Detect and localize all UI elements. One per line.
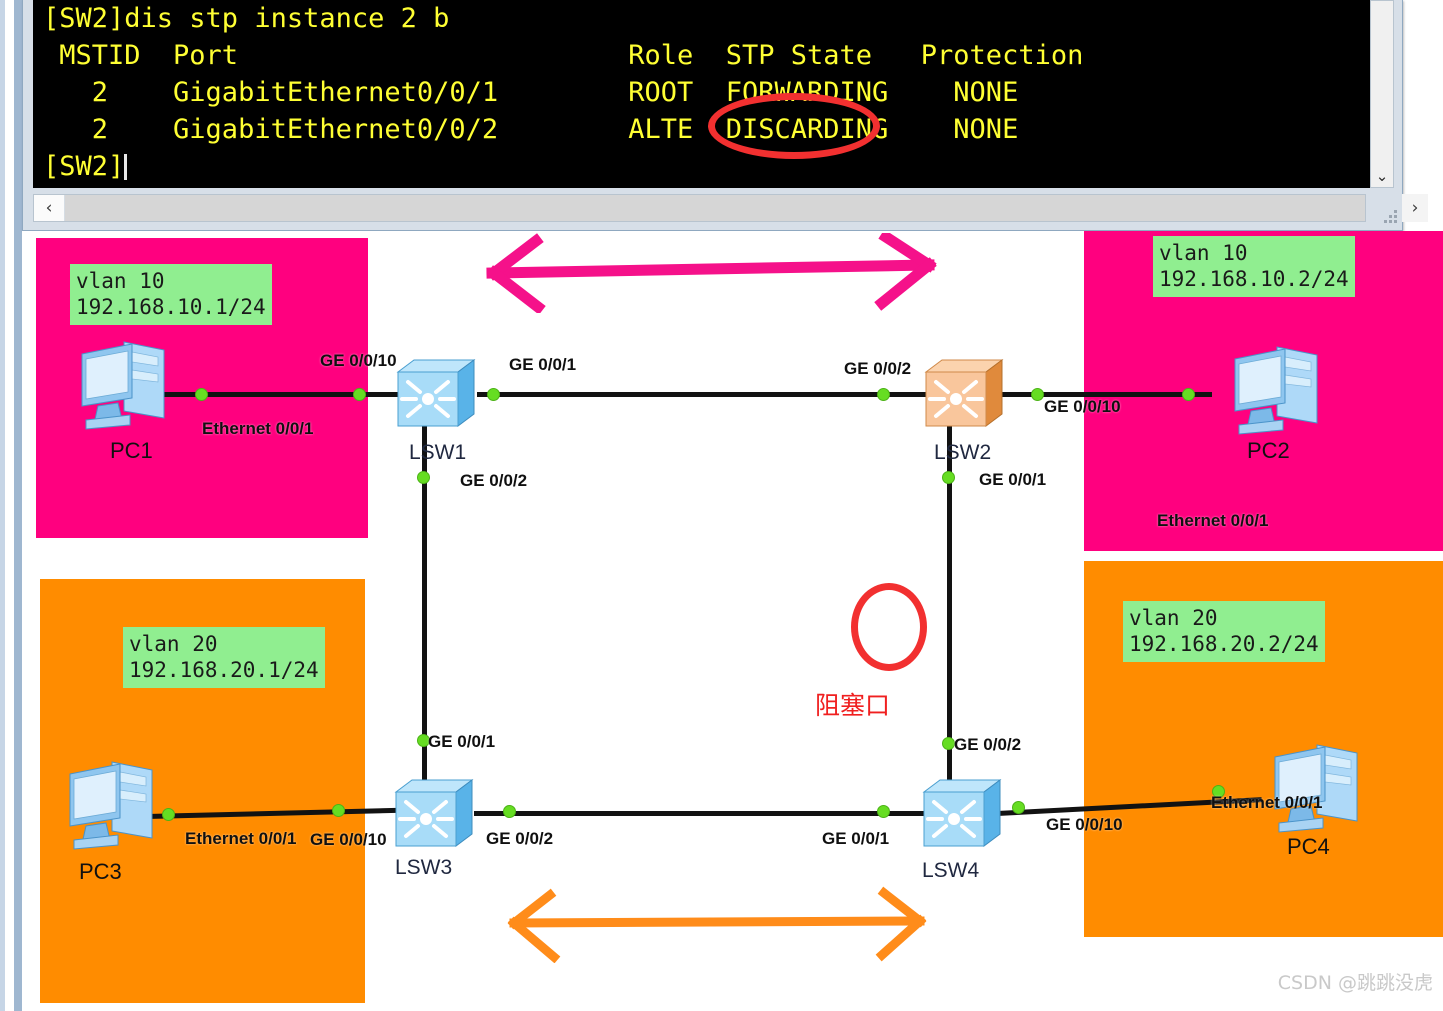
link-endpoint-dot bbox=[1012, 801, 1025, 814]
device-label-lsw4: LSW4 bbox=[922, 859, 980, 882]
link-endpoint-dot bbox=[503, 805, 516, 818]
link-lsw1-lsw2 bbox=[477, 392, 937, 397]
network-topology-canvas[interactable]: vlan 10 192.168.10.1/24 vlan 10 192.168.… bbox=[22, 229, 1443, 1011]
port-label-pc1-ethernet: Ethernet 0/0/1 bbox=[202, 419, 314, 438]
port-label-lsw1-ge2: GE 0/0/2 bbox=[460, 471, 528, 490]
vlan20-span-arrow bbox=[492, 883, 942, 968]
csdn-watermark: CSDN @跳跳没虎 bbox=[1277, 972, 1433, 994]
blocked-port-annotation: 阻塞口 bbox=[815, 691, 891, 720]
link-endpoint-dot bbox=[417, 471, 430, 484]
device-pc2[interactable] bbox=[1225, 341, 1325, 441]
port-label-pc2-ethernet: Ethernet 0/0/1 bbox=[1157, 511, 1269, 530]
chevron-down-icon[interactable]: ⌄ bbox=[1371, 165, 1393, 187]
terminal-vertical-scrollbar[interactable]: ⌄ bbox=[1370, 0, 1394, 188]
port-label-pc4-ethernet: Ethernet 0/0/1 bbox=[1211, 793, 1323, 812]
terminal-cursor bbox=[124, 154, 128, 180]
link-endpoint-dot bbox=[162, 808, 175, 821]
port-label-pc3-ethernet: Ethernet 0/0/1 bbox=[185, 829, 297, 848]
port-label-lsw3-ge1: GE 0/0/1 bbox=[428, 732, 496, 751]
device-label-pc1: PC1 bbox=[110, 438, 153, 463]
port-label-lsw2-ge10: GE 0/0/10 bbox=[1044, 397, 1121, 416]
port-label-lsw1-ge10: GE 0/0/10 bbox=[320, 351, 397, 370]
terminal-screen[interactable]: [SW2]dis stp instance 2 b MSTID Port Rol… bbox=[33, 0, 1372, 188]
blocked-port-highlight-circle bbox=[851, 583, 927, 671]
chevron-right-icon[interactable]: › bbox=[1402, 194, 1428, 222]
vlan-label-top-left: vlan 10 192.168.10.1/24 bbox=[70, 264, 272, 325]
alte-highlight-circle bbox=[708, 93, 880, 159]
device-label-pc2: PC2 bbox=[1247, 438, 1290, 463]
vlan-label-bottom-right: vlan 20 192.168.20.2/24 bbox=[1123, 601, 1325, 662]
link-endpoint-dot bbox=[195, 388, 208, 401]
port-label-lsw1-ge1: GE 0/0/1 bbox=[509, 355, 577, 374]
device-lsw2[interactable] bbox=[922, 356, 1006, 437]
terminal-horizontal-scroll-thumb[interactable] bbox=[65, 195, 1365, 221]
device-label-lsw3: LSW3 bbox=[395, 856, 453, 879]
window-left-inner-border bbox=[14, 0, 22, 1011]
device-lsw4[interactable] bbox=[920, 776, 1004, 857]
terminal-output: [SW2]dis stp instance 2 b MSTID Port Rol… bbox=[43, 3, 1084, 182]
window-left-fill bbox=[5, 0, 14, 1011]
link-endpoint-dot bbox=[877, 805, 890, 818]
terminal-horizontal-scrollbar[interactable]: ‹ bbox=[33, 194, 1366, 222]
device-label-pc3: PC3 bbox=[79, 859, 122, 884]
device-lsw3[interactable] bbox=[392, 776, 476, 857]
port-label-lsw3-ge10: GE 0/0/10 bbox=[310, 830, 387, 849]
resize-grip-icon[interactable] bbox=[1384, 210, 1398, 224]
application-window: [SW2]dis stp instance 2 b MSTID Port Rol… bbox=[0, 0, 1443, 1011]
vlan-label-top-right: vlan 10 192.168.10.2/24 bbox=[1153, 236, 1355, 297]
link-endpoint-dot bbox=[353, 388, 366, 401]
chevron-left-icon[interactable]: ‹ bbox=[34, 195, 65, 221]
device-pc4[interactable] bbox=[1265, 739, 1365, 839]
vlan10-span-arrow bbox=[474, 229, 944, 318]
device-pc3[interactable] bbox=[60, 756, 160, 856]
link-endpoint-dot bbox=[877, 388, 890, 401]
vlan-label-bottom-left: vlan 20 192.168.20.1/24 bbox=[123, 627, 325, 688]
link-endpoint-dot bbox=[1182, 388, 1195, 401]
port-label-lsw4-ge2: GE 0/0/2 bbox=[954, 735, 1022, 754]
port-label-lsw2-ge1: GE 0/0/1 bbox=[979, 470, 1047, 489]
port-label-lsw3-ge2: GE 0/0/2 bbox=[486, 829, 554, 848]
link-lsw3-lsw4 bbox=[474, 811, 944, 816]
link-endpoint-dot bbox=[332, 804, 345, 817]
port-label-lsw4-ge10: GE 0/0/10 bbox=[1046, 815, 1123, 834]
device-label-lsw2: LSW2 bbox=[934, 441, 992, 464]
link-endpoint-dot bbox=[487, 388, 500, 401]
device-pc1[interactable] bbox=[72, 336, 172, 436]
device-label-pc4: PC4 bbox=[1287, 834, 1330, 859]
port-label-lsw4-ge1: GE 0/0/1 bbox=[822, 829, 890, 848]
port-label-lsw2-ge2: GE 0/0/2 bbox=[844, 359, 912, 378]
link-endpoint-dot bbox=[1031, 388, 1044, 401]
link-endpoint-dot bbox=[942, 471, 955, 484]
device-lsw1[interactable] bbox=[394, 356, 478, 437]
cli-terminal-window[interactable]: [SW2]dis stp instance 2 b MSTID Port Rol… bbox=[22, 0, 1428, 231]
device-label-lsw1: LSW1 bbox=[409, 441, 467, 464]
